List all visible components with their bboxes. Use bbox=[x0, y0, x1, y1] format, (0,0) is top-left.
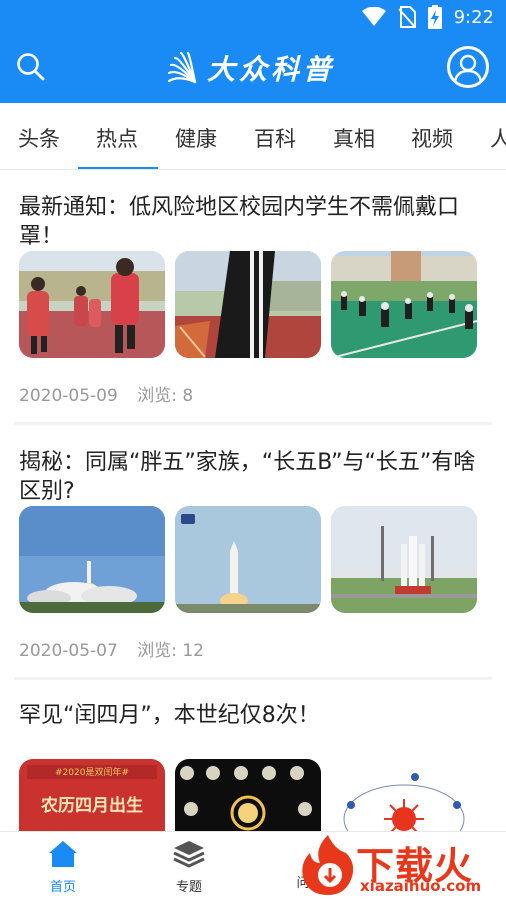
tab-encyclopedia[interactable]: 百科 bbox=[254, 123, 296, 153]
divider bbox=[14, 677, 492, 680]
watermark-logo: 下载火 xiazaihuo.com bbox=[298, 831, 506, 900]
article-thumbnail[interactable] bbox=[175, 251, 321, 358]
nav-topics-label: 专题 bbox=[175, 880, 202, 895]
app-logo: 大众科普 bbox=[165, 50, 335, 86]
logo-text: 大众科普 bbox=[207, 53, 336, 86]
category-tabs: 头条 热点 健康 百科 真相 视频 人 bbox=[0, 103, 506, 170]
poster-top-text: #2020是双闰年# bbox=[55, 766, 129, 778]
article-date: 2020-05-09 bbox=[19, 386, 118, 406]
divider bbox=[14, 422, 492, 425]
article-meta: 2020-05-07 浏览: 12 bbox=[19, 636, 218, 661]
nav-topics[interactable]: 专题 bbox=[144, 840, 234, 895]
article-title[interactable]: 揭秘：同属“胖五”家族，“长五B”与“长五”有啥区别? bbox=[19, 448, 489, 506]
tab-headlines[interactable]: 头条 bbox=[18, 123, 60, 153]
profile-button[interactable] bbox=[447, 46, 489, 88]
article-views: 浏览: 12 bbox=[137, 641, 204, 661]
article-thumbnail[interactable] bbox=[331, 506, 477, 613]
article-title[interactable]: 最新通知：低风险地区校园内学生不需佩戴口罩！ bbox=[19, 193, 489, 251]
tab-truth[interactable]: 真相 bbox=[333, 123, 375, 153]
students-running-photo bbox=[19, 251, 165, 358]
battery-charging-icon bbox=[427, 5, 442, 29]
layers-icon bbox=[173, 841, 205, 868]
logo-fan-icon bbox=[167, 51, 197, 84]
article-meta: 2020-05-09 浏览: 8 bbox=[19, 381, 207, 406]
flame-logo-icon bbox=[302, 835, 354, 895]
nav-home-label: 首页 bbox=[49, 880, 76, 895]
article-thumbnail[interactable] bbox=[19, 251, 165, 358]
article-date: 2020-05-07 bbox=[19, 641, 118, 661]
active-tab-indicator bbox=[78, 167, 158, 169]
nav-home[interactable]: 首页 bbox=[18, 840, 108, 895]
status-icons: 9:22 bbox=[361, 5, 494, 29]
tab-video[interactable]: 视频 bbox=[411, 123, 453, 153]
article-thumbnail[interactable] bbox=[175, 506, 321, 613]
home-icon bbox=[49, 841, 77, 867]
search-button[interactable] bbox=[16, 52, 50, 86]
article-thumbnail[interactable] bbox=[331, 251, 477, 358]
tab-hot[interactable]: 热点 bbox=[96, 123, 138, 153]
students-exercising-court-photo bbox=[331, 251, 477, 358]
app-header: 大众科普 bbox=[0, 32, 506, 103]
search-icon bbox=[17, 53, 45, 81]
no-sim-icon bbox=[397, 6, 416, 28]
rocket-liftoff-photo bbox=[175, 506, 321, 613]
watermark-url: xiazaihuo.com bbox=[360, 877, 482, 895]
article-thumbnail[interactable] bbox=[19, 506, 165, 613]
student-running-closeup-photo bbox=[175, 251, 321, 358]
poster-main-text: 农历四月出生 bbox=[40, 795, 143, 816]
status-time: 9:22 bbox=[453, 6, 494, 28]
wifi-icon bbox=[361, 7, 386, 26]
tab-more[interactable]: 人 bbox=[490, 123, 506, 153]
rocket-on-pad-photo bbox=[331, 506, 477, 613]
rocket-launch-photo bbox=[19, 506, 165, 613]
status-bar: 9:22 bbox=[0, 0, 506, 32]
user-avatar-icon bbox=[453, 54, 483, 84]
article-views: 浏览: 8 bbox=[137, 386, 194, 406]
article-title[interactable]: 罕见“闰四月”，本世纪仅8次！ bbox=[19, 701, 489, 730]
tab-health[interactable]: 健康 bbox=[175, 123, 217, 153]
